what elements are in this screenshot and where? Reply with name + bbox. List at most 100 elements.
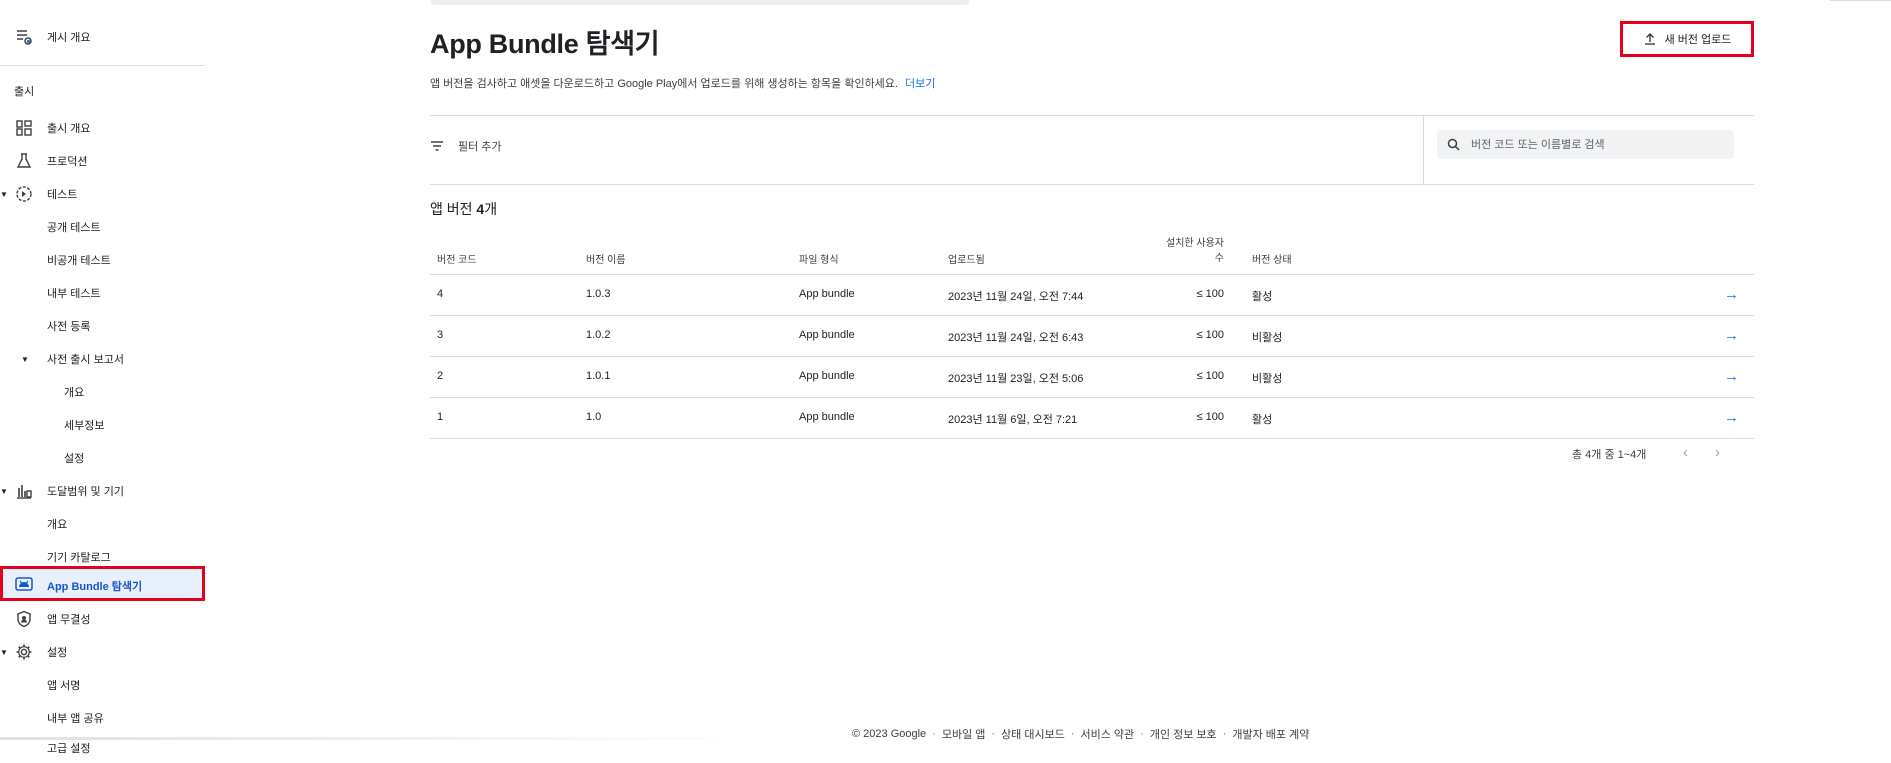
cell-file-type: App bundle: [799, 411, 855, 423]
table-row[interactable]: 4 1.0.3 App bundle 2023년 11월 24일, 오전 7:4…: [430, 275, 1754, 316]
table-row[interactable]: 1 1.0 App bundle 2023년 11월 6일, 오전 7:21 ≤…: [430, 398, 1754, 439]
sidebar-item-publishing-overview[interactable]: 게시 개요: [0, 22, 205, 52]
top-right-divider: [1830, 0, 1891, 1]
chevron-right-icon[interactable]: ›: [1715, 444, 1720, 461]
gear-icon: [14, 642, 34, 662]
cell-version-code: 2: [437, 370, 444, 382]
footer-separator: ·: [991, 728, 996, 740]
sidebar-item-reach-devices[interactable]: ▼ 도달범위 및 기기: [0, 476, 205, 506]
sidebar-item-label: 설정: [47, 647, 68, 659]
table-header: 버전 코드 버전 이름 파일 형식 업로드됨 설치한 사용자 수 버전 상태: [430, 230, 1754, 275]
cell-installs: ≤ 100: [1196, 411, 1224, 423]
header-version-code[interactable]: 버전 코드: [437, 251, 477, 266]
header-uploaded[interactable]: 업로드됨: [948, 251, 985, 266]
sidebar-item-label: 개요: [47, 519, 68, 531]
bar-chart-icon: [14, 481, 34, 501]
header-version-name[interactable]: 버전 이름: [586, 251, 626, 266]
filter-bar: 필터 추가: [430, 115, 1754, 185]
sidebar-item-pre-launch-report[interactable]: ▼ 사전 출시 보고서: [0, 344, 205, 374]
header-installs[interactable]: 설치한 사용자 수: [1150, 236, 1224, 266]
versions-table: 버전 코드 버전 이름 파일 형식 업로드됨 설치한 사용자 수 버전 상태 4…: [430, 230, 1754, 439]
cell-version-code: 1: [437, 411, 444, 423]
cell-uploaded: 2023년 11월 23일, 오전 5:06: [948, 373, 1084, 385]
publishing-overview-icon: [14, 27, 34, 47]
cell-status: 활성: [1252, 291, 1273, 303]
table-row[interactable]: 3 1.0.2 App bundle 2023년 11월 24일, 오전 6:4…: [430, 316, 1754, 357]
sidebar-item-label: 개요: [64, 387, 85, 399]
arrow-right-icon[interactable]: →: [1724, 368, 1739, 385]
sidebar-item-pre-registration[interactable]: 사전 등록: [0, 311, 205, 341]
chevron-down-icon[interactable]: ▼: [0, 648, 8, 657]
sidebar-item-app-signing[interactable]: 앱 서명: [0, 670, 205, 700]
arrow-right-icon[interactable]: →: [1724, 409, 1739, 426]
android-icon: [14, 574, 34, 594]
cell-version-name: 1.0.2: [586, 329, 611, 341]
sidebar-item-label: 게시 개요: [47, 32, 91, 44]
sidebar-item-open-testing[interactable]: 공개 테스트: [0, 212, 205, 242]
cell-uploaded: 2023년 11월 24일, 오전 6:43: [948, 332, 1084, 344]
cell-installs: ≤ 100: [1196, 288, 1224, 300]
learn-more-link[interactable]: 더보기: [905, 75, 935, 91]
footer-separator: ·: [1070, 728, 1075, 740]
cell-uploaded: 2023년 11월 6일, 오전 7:21: [948, 414, 1078, 426]
sidebar-item-pre-launch-details[interactable]: 세부정보: [0, 410, 205, 440]
footer-separator: ·: [932, 728, 936, 740]
add-filter-button[interactable]: 필터 추가: [430, 138, 502, 154]
sidebar-item-internal-app-sharing[interactable]: 내부 앱 공유: [0, 703, 205, 733]
page-title: App Bundle 탐색기: [430, 29, 660, 59]
arrow-right-icon[interactable]: →: [1724, 286, 1739, 303]
sidebar-item-setup[interactable]: ▼ 설정: [0, 637, 205, 667]
footer-separator: ·: [1140, 728, 1144, 740]
sidebar-item-app-bundle-explorer[interactable]: App Bundle 탐색기: [0, 566, 205, 601]
sidebar-item-label: 테스트: [47, 189, 78, 201]
sidebar-item-reach-overview[interactable]: 개요: [0, 509, 205, 539]
sidebar-section-release: 출시: [14, 86, 35, 98]
sidebar-item-label: 공개 테스트: [47, 222, 101, 234]
add-filter-label: 필터 추가: [458, 141, 502, 153]
chevron-down-icon[interactable]: ▼: [21, 355, 29, 364]
sidebar-item-production[interactable]: 프로덕션: [0, 146, 205, 176]
cell-file-type: App bundle: [799, 329, 855, 341]
flask-icon: [14, 151, 34, 171]
arrow-right-icon[interactable]: →: [1724, 327, 1739, 344]
sidebar-item-label: 내부 테스트: [47, 288, 101, 300]
sidebar-item-label: 세부정보: [64, 420, 105, 432]
chevron-left-icon[interactable]: ‹: [1683, 444, 1688, 461]
sidebar-item-label: 앱 무결성: [47, 614, 91, 626]
sidebar-item-label: 사전 등록: [47, 321, 91, 333]
sidebar-divider: [0, 65, 205, 66]
sidebar-item-closed-testing[interactable]: 비공개 테스트: [0, 245, 205, 275]
cell-installs: ≤ 100: [1196, 370, 1224, 382]
upload-button-label: 새 버전 업로드: [1664, 34, 1732, 46]
upload-new-version-button[interactable]: 새 버전 업로드: [1620, 21, 1754, 57]
header-file-type[interactable]: 파일 형식: [799, 251, 839, 266]
search-box: [1437, 130, 1734, 159]
sidebar-item-release-overview[interactable]: 출시 개요: [0, 113, 205, 143]
sidebar-item-pre-launch-overview[interactable]: 개요: [0, 377, 205, 407]
chevron-down-icon[interactable]: ▼: [0, 190, 8, 199]
cell-file-type: App bundle: [799, 288, 855, 300]
search-input[interactable]: [1469, 137, 1723, 152]
footer-copyright: © 2023 Google: [852, 728, 927, 740]
header-installs-line1: 설치한 사용자: [1166, 238, 1224, 249]
dashboard-icon: [14, 118, 34, 138]
sidebar-item-label: 앱 서명: [47, 680, 81, 692]
chevron-down-icon[interactable]: ▼: [0, 487, 8, 496]
search-icon: [1447, 137, 1463, 153]
cell-status: 비활성: [1252, 373, 1283, 385]
table-row[interactable]: 2 1.0.1 App bundle 2023년 11월 23일, 오전 5:0…: [430, 357, 1754, 398]
sidebar-item-app-integrity[interactable]: 앱 무결성: [0, 604, 205, 634]
header-status[interactable]: 버전 상태: [1252, 251, 1292, 266]
cell-installs: ≤ 100: [1196, 329, 1224, 341]
sidebar-item-label: 설정: [64, 453, 85, 465]
cell-file-type: App bundle: [799, 370, 855, 382]
sidebar-item-label: 도달범위 및 기기: [47, 486, 124, 498]
sidebar-item-label: 사전 출시 보고서: [47, 354, 124, 366]
filter-divider: [1423, 116, 1424, 184]
sidebar-item-pre-launch-settings[interactable]: 설정: [0, 443, 205, 473]
sidebar-item-label: 출시 개요: [47, 123, 91, 135]
sidebar-item-internal-testing[interactable]: 내부 테스트: [0, 278, 205, 308]
sidebar-item-testing[interactable]: ▼ 테스트: [0, 179, 205, 209]
sidebar-item-label: 프로덕션: [47, 156, 88, 168]
cell-version-code: 4: [437, 288, 444, 300]
